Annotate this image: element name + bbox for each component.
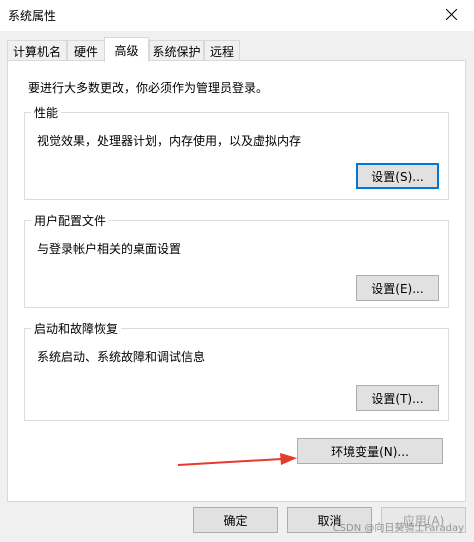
close-button[interactable] — [428, 0, 474, 31]
tab-computer-name[interactable]: 计算机名 — [7, 40, 67, 62]
tab-advanced[interactable]: 高级 — [104, 37, 149, 62]
user-profiles-group: 用户配置文件 与登录帐户相关的桌面设置 设置(E)... — [24, 212, 449, 308]
startup-recovery-description: 系统启动、系统故障和调试信息 — [37, 350, 206, 364]
startup-recovery-group: 启动和故障恢复 系统启动、系统故障和调试信息 设置(T)... — [24, 320, 449, 421]
tab-hardware[interactable]: 硬件 — [67, 40, 105, 62]
tab-system-protection[interactable]: 系统保护 — [149, 40, 204, 62]
performance-title: 性能 — [31, 104, 62, 121]
title-bar: 系统属性 — [0, 0, 474, 31]
user-profiles-description: 与登录帐户相关的桌面设置 — [37, 242, 182, 256]
environment-variables-button[interactable]: 环境变量(N)... — [297, 438, 443, 464]
startup-recovery-title: 启动和故障恢复 — [31, 320, 122, 337]
close-icon — [445, 8, 457, 23]
admin-notice: 要进行大多数更改，你必须作为管理员登录。 — [28, 81, 269, 95]
annotation-arrow — [177, 453, 297, 466]
user-profiles-title: 用户配置文件 — [31, 212, 110, 229]
ok-button[interactable]: 确定 — [193, 507, 278, 533]
tab-remote[interactable]: 远程 — [204, 40, 240, 62]
startup-recovery-settings-button[interactable]: 设置(T)... — [356, 385, 439, 411]
performance-settings-button[interactable]: 设置(S)... — [356, 163, 439, 189]
window-title: 系统属性 — [8, 9, 57, 23]
watermark: CSDN @向日葵骑士Faraday — [332, 523, 464, 534]
performance-group: 性能 视觉效果，处理器计划，内存使用，以及虚拟内存 设置(S)... — [24, 104, 449, 200]
user-profiles-settings-button[interactable]: 设置(E)... — [356, 275, 439, 301]
advanced-panel: 要进行大多数更改，你必须作为管理员登录。 性能 视觉效果，处理器计划，内存使用，… — [7, 60, 466, 502]
performance-description: 视觉效果，处理器计划，内存使用，以及虚拟内存 — [37, 134, 302, 148]
